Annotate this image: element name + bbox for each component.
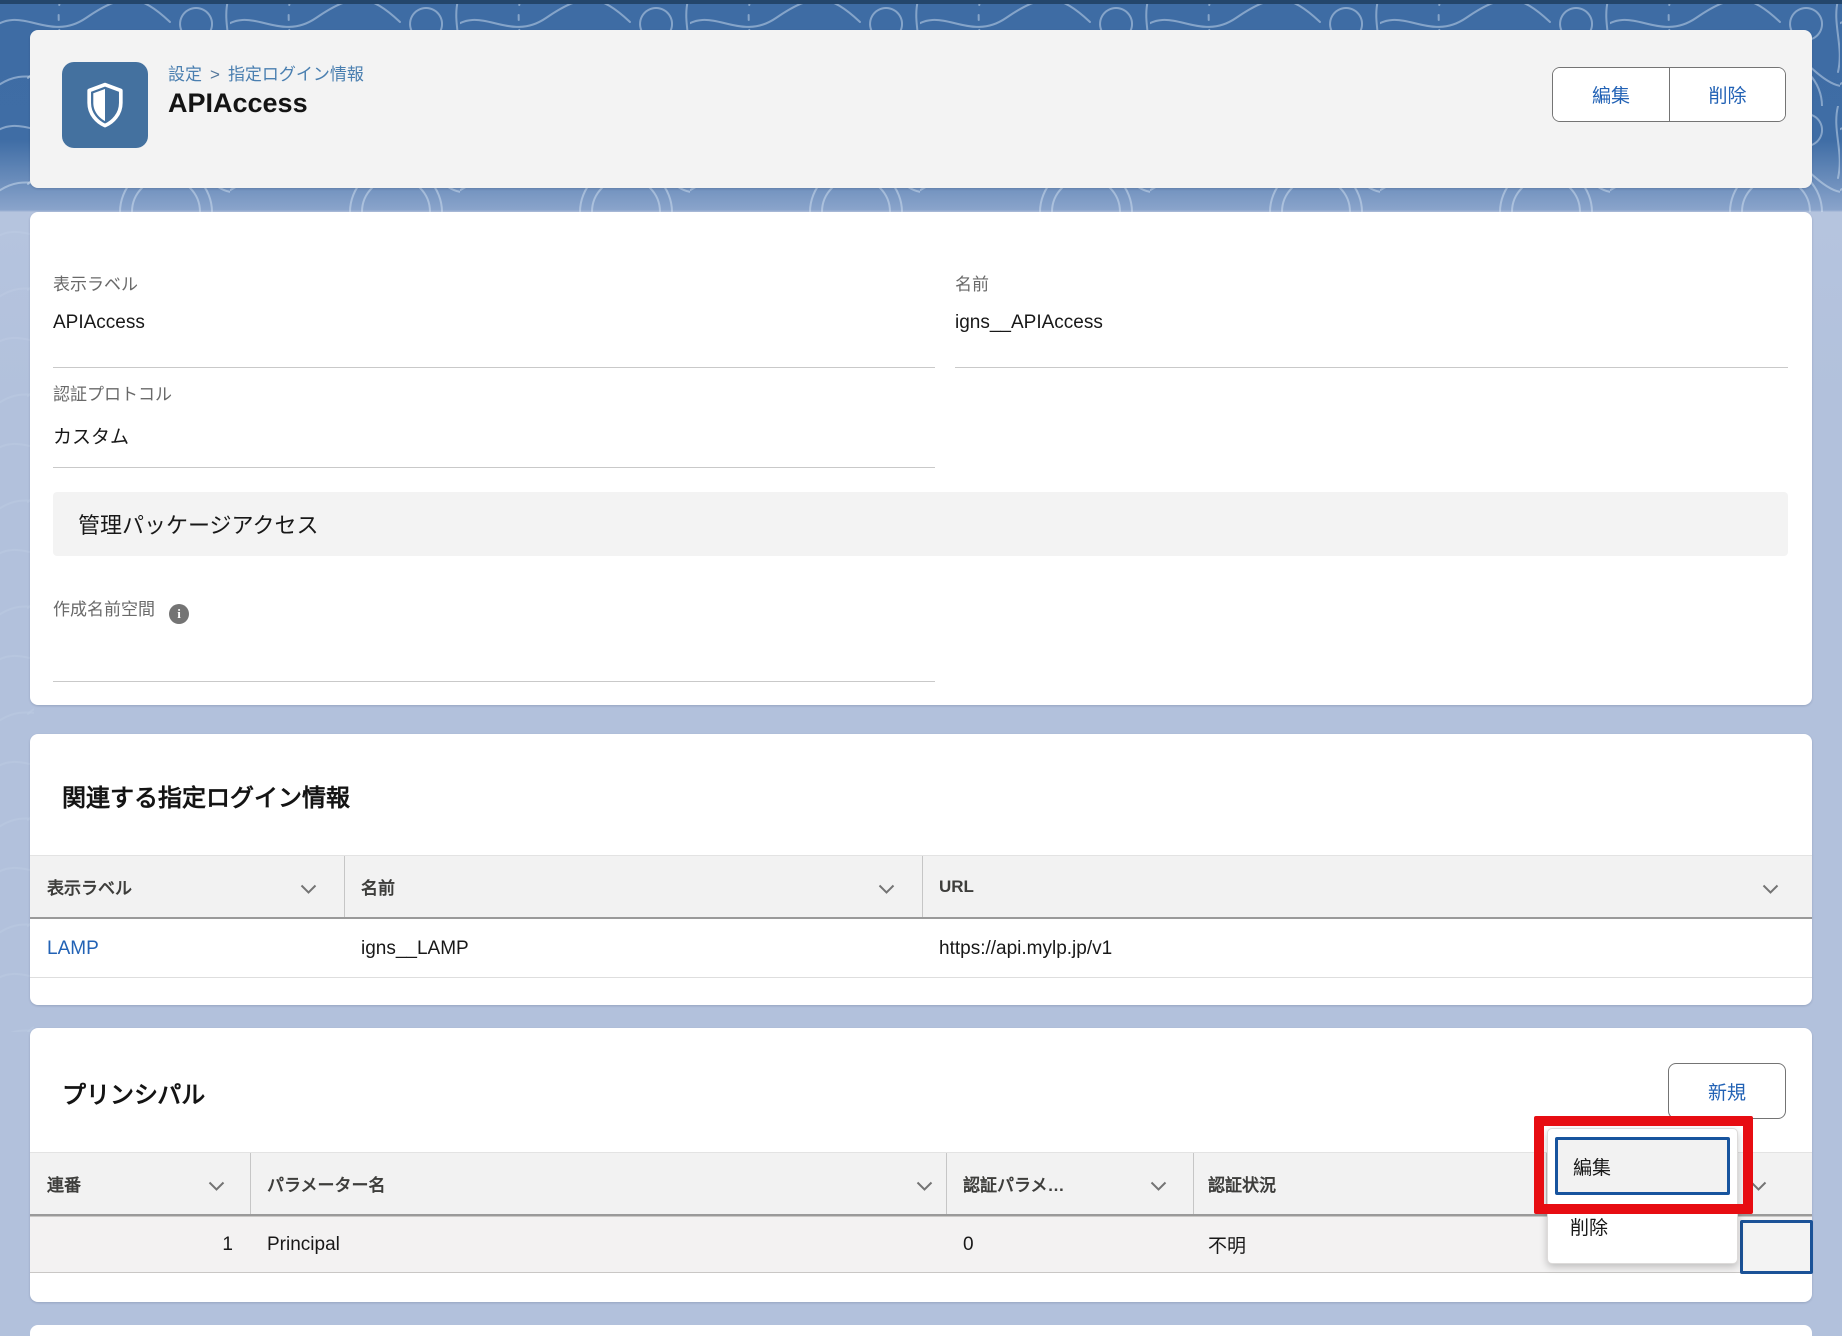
credential-url-cell: https://api.mylp.jp/v1 — [939, 920, 1112, 977]
column-divider — [344, 856, 345, 917]
named-credential-icon-tile — [62, 62, 148, 148]
edit-button[interactable]: 編集 — [1553, 68, 1669, 121]
chevron-down-icon[interactable] — [1150, 1179, 1167, 1197]
table-row[interactable]: LAMP igns__LAMP https://api.mylp.jp/v1 — [30, 920, 1812, 978]
salesforce-setup-page: 設定 > 指定ログイン情報 APIAccess 編集 削除 表示ラベル APIAcc… — [0, 0, 1842, 1336]
column-header-auth-parameters: 認証パラメ… — [963, 1153, 1065, 1214]
column-header-sequence: 連番 — [47, 1153, 81, 1214]
sequence-cell: 1 — [30, 1217, 233, 1272]
breadcrumb-separator: > — [210, 65, 220, 84]
name-field-label: 名前 — [955, 270, 989, 295]
field-divider — [53, 681, 935, 682]
column-divider — [922, 856, 923, 917]
row-actions-menu: 編集 削除 — [1547, 1128, 1738, 1264]
section-title: 管理パッケージアクセス — [78, 508, 318, 540]
breadcrumb-setup-link[interactable]: 設定 — [168, 65, 202, 84]
credential-label-cell: LAMP — [47, 920, 99, 977]
credential-link[interactable]: LAMP — [47, 938, 99, 960]
new-button[interactable]: 新規 — [1668, 1063, 1786, 1119]
related-credentials-title: 関連する指定ログイン情報 — [62, 778, 350, 813]
record-detail-card: 表示ラベル APIAccess 名前 igns__APIAccess 認証プロト… — [30, 212, 1812, 705]
auth-protocol-field-value: カスタム — [53, 422, 129, 449]
column-header-auth-status: 認証状況 — [1208, 1153, 1276, 1214]
info-icon[interactable]: i — [169, 604, 189, 624]
column-header-url: URL — [939, 856, 974, 917]
chevron-down-icon[interactable] — [208, 1179, 225, 1197]
page-title: APIAccess — [168, 88, 308, 119]
row-actions-cell-focused[interactable] — [1740, 1220, 1813, 1274]
menu-item-edit[interactable]: 編集 — [1555, 1137, 1730, 1195]
namespace-field-label: 作成名前空間i — [53, 595, 189, 624]
chevron-down-icon[interactable] — [300, 882, 317, 900]
auth-status-cell: 不明 — [1208, 1217, 1246, 1272]
related-table-header: 表示ラベル 名前 URL — [30, 855, 1812, 919]
column-divider — [946, 1153, 947, 1214]
credential-name-cell: igns__LAMP — [361, 920, 469, 977]
parameter-name-cell: Principal — [267, 1217, 340, 1272]
chevron-down-icon[interactable] — [878, 882, 895, 900]
menu-item-delete[interactable]: 削除 — [1548, 1197, 1737, 1255]
principals-card: プリンシパル 新規 連番 パラメーター名 認証パラメ… 認証状況 1 Princ… — [30, 1028, 1812, 1302]
column-divider — [250, 1153, 251, 1214]
auth-protocol-field-label: 認証プロトコル — [53, 380, 172, 405]
chevron-down-icon[interactable] — [1762, 882, 1779, 900]
left-margin-texture — [0, 212, 34, 1032]
column-divider — [1193, 1153, 1194, 1214]
principals-title: プリンシパル — [62, 1075, 205, 1110]
record-action-buttons: 編集 削除 — [1552, 67, 1786, 122]
principal-row[interactable]: 1 Principal 0 不明 — [30, 1216, 1812, 1273]
column-header-name: 名前 — [361, 856, 395, 917]
display-label-field-value: APIAccess — [53, 312, 145, 334]
field-divider — [53, 367, 935, 368]
managed-package-access-section-header: 管理パッケージアクセス — [53, 492, 1788, 556]
next-card-partial — [30, 1325, 1812, 1336]
column-header-parameter-name: パラメーター名 — [267, 1153, 386, 1214]
chevron-down-icon[interactable] — [916, 1179, 933, 1197]
auth-parameters-cell: 0 — [963, 1217, 974, 1272]
principals-table-header: 連番 パラメーター名 認証パラメ… 認証状況 — [30, 1152, 1812, 1216]
shield-icon — [79, 79, 131, 131]
breadcrumb-named-credentials-link[interactable]: 指定ログイン情報 — [228, 65, 364, 84]
chevron-down-icon[interactable] — [1750, 1179, 1767, 1197]
delete-button[interactable]: 削除 — [1669, 68, 1785, 121]
related-credentials-card: 関連する指定ログイン情報 表示ラベル 名前 URL LAMP igns__LAM… — [30, 734, 1812, 1005]
column-header-display-label: 表示ラベル — [47, 856, 132, 917]
name-field-value: igns__APIAccess — [955, 312, 1103, 334]
record-header-card: 設定 > 指定ログイン情報 APIAccess 編集 削除 — [30, 30, 1812, 188]
breadcrumb: 設定 > 指定ログイン情報 — [168, 60, 364, 85]
display-label-field-label: 表示ラベル — [53, 270, 138, 295]
field-divider — [955, 367, 1788, 368]
field-divider — [53, 467, 935, 468]
